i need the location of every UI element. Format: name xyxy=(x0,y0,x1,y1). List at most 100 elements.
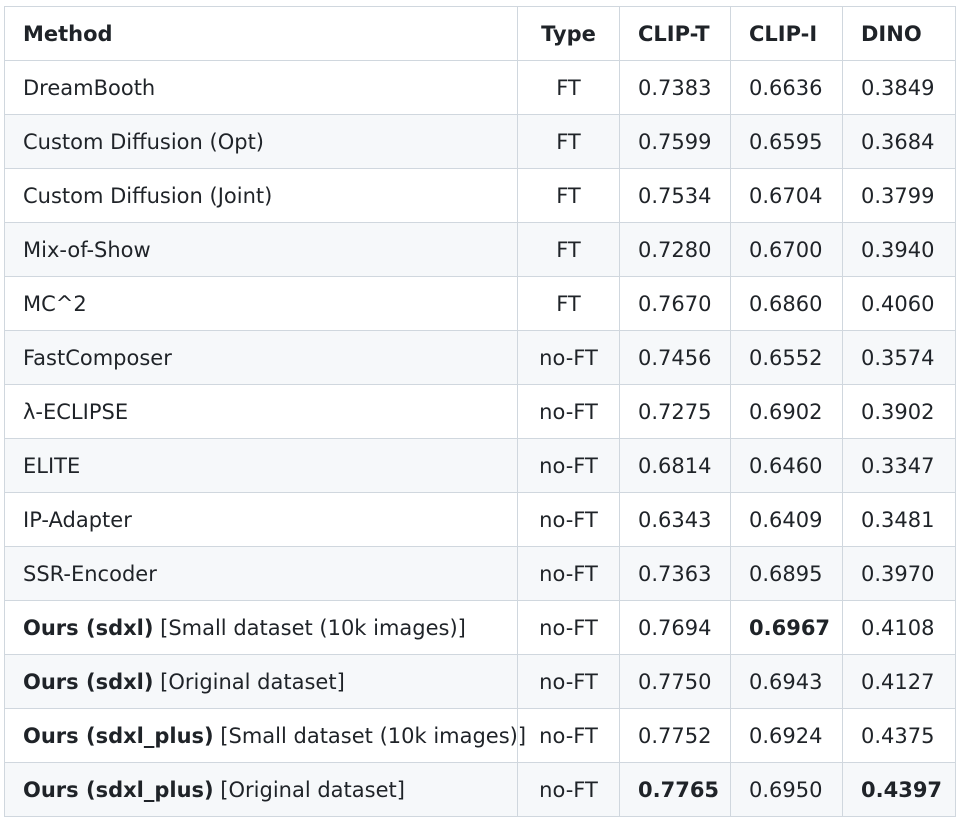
table-row: Ours (sdxl) [Small dataset (10k images)]… xyxy=(4,600,956,655)
method-name-bold: Ours (sdxl) xyxy=(23,669,154,694)
header-row: Method Type CLIP-T CLIP-I DINO xyxy=(4,6,956,61)
header-clip-i: CLIP-I xyxy=(730,6,843,61)
cell-clip-i: 0.6895 xyxy=(730,546,843,601)
header-clip-t: CLIP-T xyxy=(619,6,731,61)
method-detail: [Original dataset] xyxy=(153,669,345,694)
method-name: IP-Adapter xyxy=(23,507,132,532)
cell-type: no-FT xyxy=(517,762,620,817)
cell-clip-i: 0.6704 xyxy=(730,168,843,223)
cell-clip-i: 0.6950 xyxy=(730,762,843,817)
cell-clip-i: 0.6460 xyxy=(730,438,843,493)
cell-dino: 0.3940 xyxy=(842,222,956,277)
cell-type: no-FT xyxy=(517,600,620,655)
cell-clip-i: 0.6409 xyxy=(730,492,843,547)
cell-dino: 0.3347 xyxy=(842,438,956,493)
cell-clip-t: 0.7383 xyxy=(619,60,731,115)
cell-clip-t: 0.7275 xyxy=(619,384,731,439)
cell-dino: 0.3902 xyxy=(842,384,956,439)
method-name: FastComposer xyxy=(23,345,172,370)
cell-dino: 0.3799 xyxy=(842,168,956,223)
table-row: Ours (sdxl) [Original dataset] no-FT 0.775… xyxy=(4,654,956,709)
table-row: SSR-Encoder no-FT 0.7363 0.6895 0.3970 xyxy=(4,546,956,601)
table-body: DreamBooth FT 0.7383 0.6636 0.3849 Custom Dif… xyxy=(4,60,956,817)
table-row: Custom Diffusion (Opt) FT 0.7599 0.6595 0.36… xyxy=(4,114,956,169)
cell-dino: 0.3849 xyxy=(842,60,956,115)
cell-type: no-FT xyxy=(517,546,620,601)
header-method: Method xyxy=(4,6,518,61)
cell-clip-t: 0.7363 xyxy=(619,546,731,601)
table-row: Mix-of-Show FT 0.7280 0.6700 0.3940 xyxy=(4,222,956,277)
cell-method: DreamBooth xyxy=(4,60,518,115)
cell-clip-i: 0.6902 xyxy=(730,384,843,439)
cell-clip-t: 0.7750 xyxy=(619,654,731,709)
cell-clip-i: 0.6700 xyxy=(730,222,843,277)
cell-type: no-FT xyxy=(517,492,620,547)
table-row: FastComposer no-FT 0.7456 0.6552 0.3574 xyxy=(4,330,956,385)
method-name: Custom Diffusion (Joint) xyxy=(23,183,273,208)
method-name-bold: Ours (sdxl) xyxy=(23,615,154,640)
cell-method: Ours (sdxl_plus) [Small dataset (10k ima… xyxy=(4,708,526,763)
cell-method: SSR-Encoder xyxy=(4,546,518,601)
cell-type: FT xyxy=(517,168,620,223)
cell-dino: 0.4127 xyxy=(842,654,956,709)
header-dino: DINO xyxy=(842,6,956,61)
cell-clip-i: 0.6943 xyxy=(730,654,843,709)
table-row: MC^2 FT 0.7670 0.6860 0.4060 xyxy=(4,276,956,331)
cell-dino: 0.3481 xyxy=(842,492,956,547)
cell-type: FT xyxy=(517,114,620,169)
header-type: Type xyxy=(517,6,620,61)
method-name: SSR-Encoder xyxy=(23,561,157,586)
table-row: Custom Diffusion (Joint) FT 0.7534 0.6704 0.… xyxy=(4,168,956,223)
table-row: Ours (sdxl_plus) [Small dataset (10k ima… xyxy=(4,708,956,763)
cell-clip-t: 0.7765 xyxy=(619,762,731,817)
cell-method: Mix-of-Show xyxy=(4,222,518,277)
method-detail: [Original dataset] xyxy=(213,777,405,802)
cell-method: Ours (sdxl_plus) [Original dataset] xyxy=(4,762,518,817)
cell-method: Custom Diffusion (Joint) xyxy=(4,168,518,223)
cell-type: FT xyxy=(517,222,620,277)
cell-method: Custom Diffusion (Opt) xyxy=(4,114,518,169)
cell-clip-i: 0.6967 xyxy=(730,600,843,655)
cell-dino: 0.4397 xyxy=(842,762,956,817)
table-row: Ours (sdxl_plus) [Original dataset] no-FT… xyxy=(4,762,956,817)
cell-dino: 0.4375 xyxy=(842,708,956,763)
cell-method: Ours (sdxl) [Original dataset] xyxy=(4,654,518,709)
cell-dino: 0.3574 xyxy=(842,330,956,385)
cell-dino: 0.4060 xyxy=(842,276,956,331)
method-name-bold: Ours (sdxl_plus) xyxy=(23,723,214,748)
cell-dino: 0.3970 xyxy=(842,546,956,601)
cell-method: IP-Adapter xyxy=(4,492,518,547)
cell-clip-i: 0.6636 xyxy=(730,60,843,115)
method-name: ELITE xyxy=(23,453,81,478)
cell-method: MC^2 xyxy=(4,276,518,331)
cell-clip-t: 0.7752 xyxy=(619,708,731,763)
cell-clip-t: 0.7534 xyxy=(619,168,731,223)
cell-type: FT xyxy=(517,276,620,331)
cell-dino: 0.4108 xyxy=(842,600,956,655)
cell-clip-t: 0.7280 xyxy=(619,222,731,277)
cell-clip-t: 0.6343 xyxy=(619,492,731,547)
cell-clip-t: 0.7694 xyxy=(619,600,731,655)
cell-clip-t: 0.7599 xyxy=(619,114,731,169)
cell-clip-i: 0.6924 xyxy=(730,708,843,763)
method-name: MC^2 xyxy=(23,291,87,316)
cell-method: FastComposer xyxy=(4,330,518,385)
cell-type: no-FT xyxy=(517,708,620,763)
cell-clip-i: 0.6552 xyxy=(730,330,843,385)
results-table: Method Type CLIP-T CLIP-I DINO DreamBoot… xyxy=(4,6,956,817)
cell-dino: 0.3684 xyxy=(842,114,956,169)
table-row: DreamBooth FT 0.7383 0.6636 0.3849 xyxy=(4,60,956,115)
cell-type: no-FT xyxy=(517,654,620,709)
cell-clip-i: 0.6595 xyxy=(730,114,843,169)
method-name: DreamBooth xyxy=(23,75,156,100)
cell-method: λ-ECLIPSE xyxy=(4,384,518,439)
method-name: λ-ECLIPSE xyxy=(23,399,129,424)
cell-clip-t: 0.7670 xyxy=(619,276,731,331)
cell-clip-t: 0.7456 xyxy=(619,330,731,385)
cell-method: ELITE xyxy=(4,438,518,493)
table-row: λ-ECLIPSE no-FT 0.7275 0.6902 0.3902 xyxy=(4,384,956,439)
cell-type: no-FT xyxy=(517,330,620,385)
method-detail: [Small dataset (10k images)] xyxy=(213,723,527,748)
cell-clip-t: 0.6814 xyxy=(619,438,731,493)
table-row: ELITE no-FT 0.6814 0.6460 0.3347 xyxy=(4,438,956,493)
